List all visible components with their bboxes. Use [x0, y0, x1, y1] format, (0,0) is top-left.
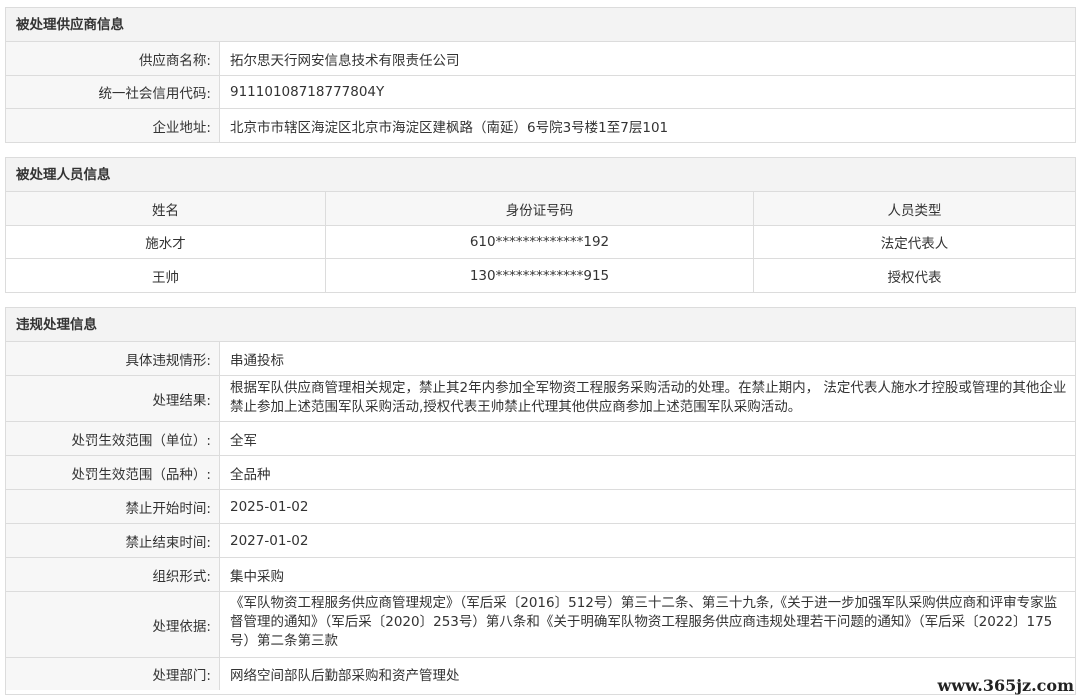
section-title: 被处理供应商信息	[6, 8, 1075, 42]
column-header: 人员类型	[754, 192, 1075, 225]
field-value: 《军队物资工程服务供应商管理规定》（军后采〔2016〕512号）第三十二条、第三…	[230, 595, 1058, 649]
field-value: 91110108718777804Y	[230, 84, 385, 100]
field-label: 统一社会信用代码:	[6, 76, 220, 108]
field-value: 拓尔思天行网安信息技术有限责任公司	[230, 52, 460, 69]
field-label: 处罚生效范围（品种）:	[6, 456, 220, 489]
field-label: 处罚生效范围（单位）:	[6, 422, 220, 455]
supplier-section: 被处理供应商信息 供应商名称: 拓尔思天行网安信息技术有限责任公司 统一社会信用…	[5, 7, 1076, 143]
field-value: 北京市市辖区海淀区北京市海淀区建枫路（南延）6号院3号楼1至7层101	[230, 119, 669, 136]
column-header: 姓名	[6, 192, 326, 225]
field-label: 具体违规情形:	[6, 342, 220, 375]
field-value: 全军	[230, 432, 257, 449]
section-title: 被处理人员信息	[6, 158, 1075, 192]
column-header: 身份证号码	[326, 192, 754, 225]
section-title: 违规处理信息	[6, 308, 1075, 342]
field-value: 2027-01-02	[230, 532, 309, 549]
field-label: 企业地址:	[6, 109, 220, 142]
field-label: 处理结果:	[6, 376, 220, 421]
info-row: 处理依据: 《军队物资工程服务供应商管理规定》（军后采〔2016〕512号）第三…	[6, 592, 1075, 658]
persons-section: 被处理人员信息 姓名 身份证号码 人员类型 施水才 610***********…	[5, 157, 1076, 293]
field-label: 禁止结束时间:	[6, 524, 220, 557]
field-value: 集中采购	[230, 568, 284, 585]
field-label: 处理依据:	[6, 592, 220, 657]
table-cell: 施水才	[6, 226, 326, 258]
field-value: 全品种	[230, 466, 271, 483]
table-header: 姓名 身份证号码 人员类型	[6, 192, 1075, 226]
info-row: 供应商名称: 拓尔思天行网安信息技术有限责任公司	[6, 42, 1075, 76]
info-row: 处罚生效范围（单位）: 全军	[6, 422, 1075, 456]
info-row: 禁止结束时间: 2027-01-02	[6, 524, 1075, 558]
table-cell: 法定代表人	[880, 236, 949, 252]
info-row: 组织形式: 集中采购	[6, 558, 1075, 592]
info-row: 处理结果: 根据军队供应商管理相关规定，禁止其2年内参加全军物资工程服务采购活动…	[6, 376, 1075, 422]
field-label: 供应商名称:	[6, 42, 220, 75]
violation-section: 违规处理信息 具体违规情形: 串通投标 处理结果: 根据军队供应商管理相关规定，…	[5, 307, 1076, 695]
info-row: 禁止开始时间: 2025-01-02	[6, 490, 1075, 524]
field-label: 处理部门:	[6, 658, 220, 690]
field-value: 根据军队供应商管理相关规定，禁止其2年内参加全军物资工程服务采购活动的处理。在禁…	[230, 380, 1067, 415]
table-row: 王帅 130*************915 授权代表	[6, 259, 1075, 292]
field-value: 串通投标	[230, 352, 284, 369]
table-cell: 王帅	[6, 259, 326, 292]
field-label: 禁止开始时间:	[6, 490, 220, 523]
info-row: 统一社会信用代码: 91110108718777804Y	[6, 76, 1075, 109]
field-label: 组织形式:	[6, 558, 220, 591]
table-row: 施水才 610*************192 法定代表人	[6, 226, 1075, 259]
info-row: 处理部门: 网络空间部队后勤部采购和资产管理处	[6, 658, 1075, 690]
watermark: www.365jz.com	[937, 676, 1074, 695]
info-row: 处罚生效范围（品种）: 全品种	[6, 456, 1075, 490]
field-value: 2025-01-02	[230, 498, 309, 515]
table-cell: 130*************915	[326, 259, 754, 292]
info-row: 具体违规情形: 串通投标	[6, 342, 1075, 376]
table-cell: 610*************192	[326, 226, 754, 258]
table-cell: 授权代表	[887, 269, 942, 286]
page: 被处理供应商信息 供应商名称: 拓尔思天行网安信息技术有限责任公司 统一社会信用…	[0, 0, 1080, 699]
info-row: 企业地址: 北京市市辖区海淀区北京市海淀区建枫路（南延）6号院3号楼1至7层10…	[6, 109, 1075, 142]
